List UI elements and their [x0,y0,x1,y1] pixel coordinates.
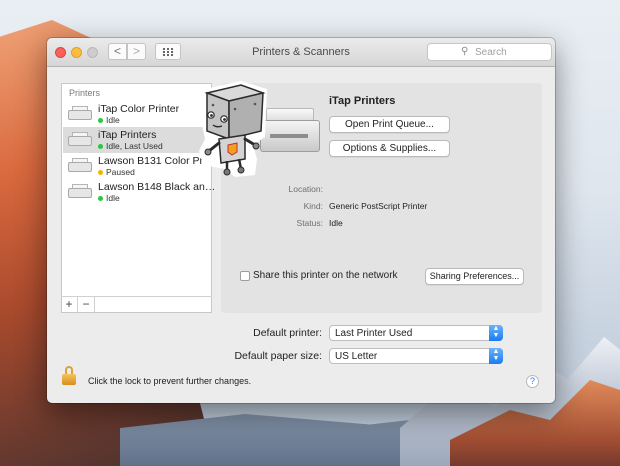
kind-value: Generic PostScript Printer [329,201,428,211]
default-printer-value: Last Printer Used [335,328,413,339]
sharing-preferences-button[interactable]: Sharing Preferences... [425,268,524,285]
robot-mascot-icon [199,81,267,177]
titlebar: < > Printers & Scanners ⚲ Search [47,38,555,67]
search-icon: ⚲ [461,46,469,57]
show-all-grid-button[interactable] [155,43,181,60]
printer-status: Idle, Last Used [106,141,163,151]
printer-list-header: Printers [69,88,101,98]
printer-status: Paused [106,167,135,177]
printer-name: iTap Printers [98,129,157,141]
printer-name: Lawson B148 Black an… [98,181,216,193]
chevron-updown-icon: ▲ ▼ [489,348,503,364]
default-printer-select[interactable]: Last Printer Used ▲ ▼ [329,325,503,341]
status-dot [98,170,103,175]
printer-status: Idle [106,115,120,125]
back-button[interactable]: < [108,43,127,60]
printer-item-itap-color[interactable]: iTap Color Printer Idle [63,101,210,127]
default-printer-label: Default printer: [253,327,322,339]
share-printer-checkbox[interactable] [240,271,250,281]
lock-message: Click the lock to prevent further change… [88,376,252,386]
search-placeholder: Search [475,47,507,58]
printer-icon [68,184,92,200]
window-title: Printers & Scanners [252,46,350,58]
lock-icon[interactable] [62,366,76,386]
printers-scanners-window: < > Printers & Scanners ⚲ Search Printer… [47,38,555,403]
help-button[interactable]: ? [526,375,539,388]
open-print-queue-button[interactable]: Open Print Queue... [329,116,450,133]
close-button[interactable] [55,47,66,58]
status-value: Idle [329,218,343,228]
remove-printer-button[interactable]: − [78,297,95,313]
printer-list[interactable]: Printers iTap Color Printer Idle iTap Pr… [61,83,216,313]
status-dot [98,118,103,123]
kind-label: Kind: [303,201,323,211]
printer-icon [68,132,92,148]
default-paper-select[interactable]: US Letter ▲ ▼ [329,348,503,364]
search-field[interactable]: ⚲ Search [427,43,552,61]
printer-item-lawson-b131[interactable]: Lawson B131 Color Pri… Paused [63,153,216,179]
status-dot [98,144,103,149]
chevron-updown-icon: ▲ ▼ [489,325,503,341]
printer-list-footer: + − [61,296,212,314]
options-supplies-button[interactable]: Options & Supplies... [329,140,450,157]
printer-item-itap-printers[interactable]: iTap Printers Idle, Last Used [63,127,210,153]
selected-printer-name: iTap Printers [329,95,396,107]
printer-name: iTap Color Printer [98,103,180,115]
location-label: Location: [288,184,324,194]
printer-icon [68,106,92,122]
printer-icon [68,158,92,174]
status-label: Status: [296,218,323,228]
forward-button[interactable]: > [127,43,146,60]
default-paper-label: Default paper size: [234,350,322,362]
share-printer-label[interactable]: Share this printer on the network [253,270,398,281]
minimize-button[interactable] [71,47,82,58]
printer-item-lawson-b148[interactable]: Lawson B148 Black an… Idle [63,179,215,205]
default-paper-value: US Letter [335,351,378,362]
status-dot [98,196,103,201]
zoom-button[interactable] [87,47,98,58]
printer-status: Idle [106,193,120,203]
add-printer-button[interactable]: + [61,297,78,313]
